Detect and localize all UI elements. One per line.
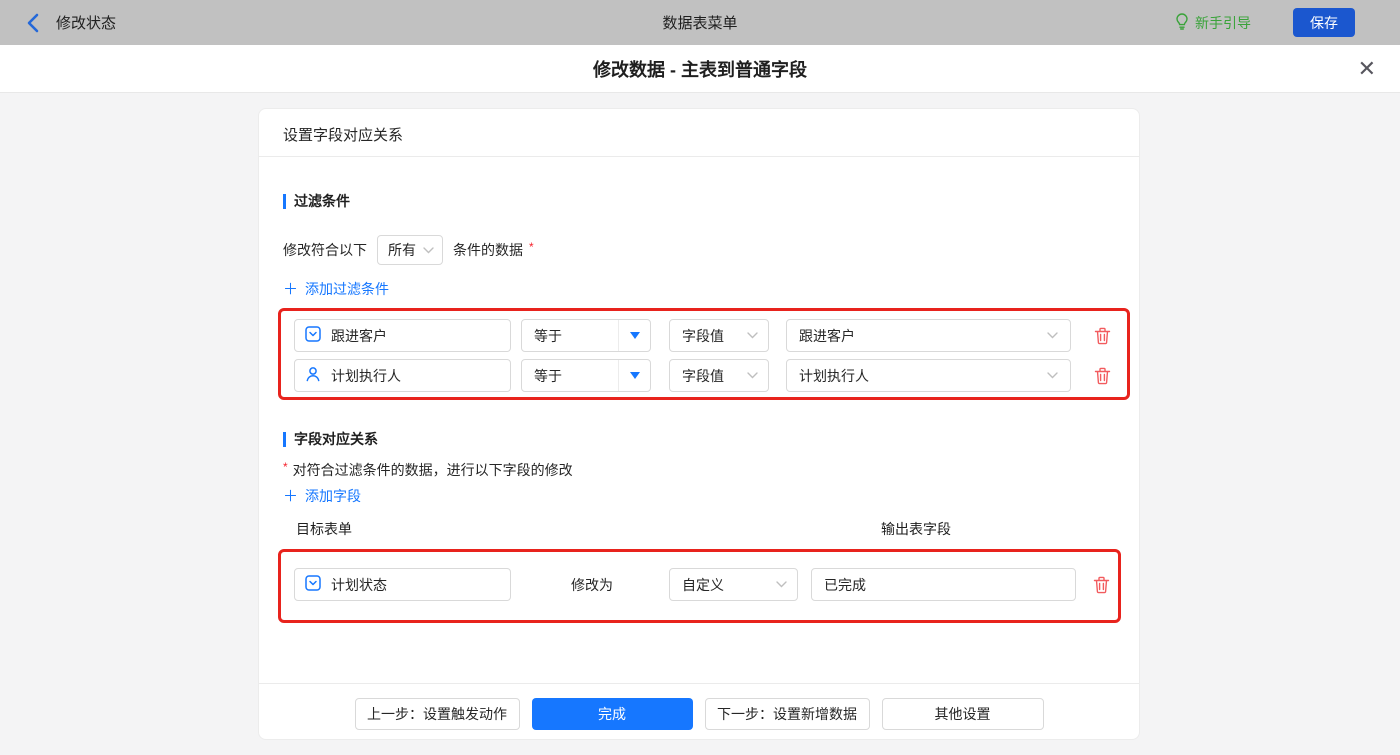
done-button[interactable]: 完成 bbox=[531, 698, 693, 730]
value-type-select[interactable]: 字段值 bbox=[669, 319, 769, 352]
value-type-value: 字段值 bbox=[682, 327, 724, 344]
back-button[interactable]: 修改状态 bbox=[26, 12, 116, 33]
filter-row: 计划执行人 等于 字段值 计划执行人 bbox=[294, 359, 1111, 392]
compare-value: 计划执行人 bbox=[799, 367, 869, 384]
chevron-down-icon bbox=[1047, 372, 1058, 379]
prev-step-button[interactable]: 上一步：设置触发动作 bbox=[354, 698, 520, 730]
condition-suffix: 条件的数据 bbox=[453, 242, 523, 258]
operator-select[interactable]: 等于 bbox=[521, 319, 651, 352]
delete-mapping-button[interactable] bbox=[1093, 576, 1110, 594]
user-field-icon bbox=[305, 366, 321, 385]
guide-label: 新手引导 bbox=[1195, 14, 1251, 31]
delete-filter-button[interactable] bbox=[1094, 327, 1111, 345]
condition-select[interactable]: 所有 bbox=[377, 235, 443, 265]
modify-to-label: 修改为 bbox=[571, 576, 613, 593]
filter-field-select[interactable]: 计划执行人 bbox=[294, 359, 511, 392]
required-mark: * bbox=[283, 460, 288, 474]
section-bar bbox=[283, 193, 286, 209]
condition-prefix: 修改符合以下 bbox=[283, 242, 367, 258]
chevron-down-icon bbox=[747, 332, 758, 339]
target-field-select[interactable]: 计划状态 bbox=[294, 568, 511, 601]
condition-sentence: 修改符合以下 所有 条件的数据 * bbox=[283, 235, 534, 265]
caret-down-icon bbox=[618, 360, 650, 391]
footer-buttons: 上一步：设置触发动作 完成 下一步：设置新增数据 其他设置 bbox=[259, 698, 1139, 730]
modal-title: 修改数据 - 主表到普通字段 bbox=[593, 59, 807, 80]
save-button[interactable]: 保存 bbox=[1293, 8, 1355, 37]
guide-link[interactable]: 新手引导 bbox=[1175, 12, 1251, 33]
trash-icon bbox=[1093, 576, 1110, 593]
custom-value-input[interactable]: 已完成 bbox=[811, 568, 1076, 601]
modal-header: 修改数据 - 主表到普通字段 ✕ bbox=[0, 45, 1400, 93]
add-field-label: 添加字段 bbox=[305, 488, 362, 504]
mapping-row: 计划状态 修改为 自定义 已完成 bbox=[294, 568, 1110, 601]
next-step-button[interactable]: 下一步：设置新增数据 bbox=[704, 698, 870, 730]
chevron-down-icon bbox=[1047, 332, 1058, 339]
filter-field-value: 计划执行人 bbox=[331, 367, 401, 384]
add-filter-link[interactable]: ＋ 添加过滤条件 bbox=[283, 279, 389, 299]
filter-rows: 跟进客户 等于 字段值 跟进客户 计划执行人 等于 字段值 计划执行人 bbox=[294, 319, 1111, 399]
value-type-select[interactable]: 字段值 bbox=[669, 359, 769, 392]
other-settings-button[interactable]: 其他设置 bbox=[881, 698, 1044, 730]
condition-select-value: 所有 bbox=[388, 242, 416, 258]
value-type-value: 字段值 bbox=[682, 367, 724, 384]
filter-field-value: 跟进客户 bbox=[331, 327, 387, 344]
required-mark: * bbox=[529, 240, 534, 254]
footer-divider bbox=[259, 683, 1139, 684]
add-filter-label: 添加过滤条件 bbox=[305, 281, 390, 297]
chevron-down-icon bbox=[776, 581, 787, 588]
custom-value: 已完成 bbox=[824, 576, 866, 593]
select-field-icon bbox=[305, 575, 321, 594]
compare-value: 跟进客户 bbox=[799, 327, 855, 344]
target-field-value: 计划状态 bbox=[331, 576, 387, 593]
trash-icon bbox=[1094, 367, 1111, 384]
filter-row: 跟进客户 等于 字段值 跟进客户 bbox=[294, 319, 1111, 352]
target-form-header: 目标表单 bbox=[296, 521, 352, 537]
mode-value: 自定义 bbox=[682, 576, 724, 593]
trash-icon bbox=[1094, 327, 1111, 344]
output-field-header: 输出表字段 bbox=[881, 521, 951, 537]
filter-field-select[interactable]: 跟进客户 bbox=[294, 319, 511, 352]
back-label: 修改状态 bbox=[56, 15, 117, 32]
card-header: 设置字段对应关系 bbox=[283, 127, 404, 144]
mapping-section-title: 字段对应关系 bbox=[283, 429, 378, 449]
divider bbox=[259, 156, 1139, 157]
page: 修改状态 数据表菜单 新手引导 保存 修改数据 - 主表到普通字段 ✕ 设置字段… bbox=[0, 0, 1400, 755]
chevron-down-icon bbox=[423, 246, 434, 254]
chevron-down-icon bbox=[747, 372, 758, 379]
settings-card: 设置字段对应关系 过滤条件 修改符合以下 所有 条件的数据 * ＋ 添加过滤条件 bbox=[258, 108, 1140, 740]
filter-section-title: 过滤条件 bbox=[283, 191, 350, 211]
plus-icon: ＋ bbox=[283, 487, 299, 505]
compare-value-select[interactable]: 计划执行人 bbox=[786, 359, 1071, 392]
mapping-rows: 计划状态 修改为 自定义 已完成 bbox=[294, 568, 1110, 601]
add-field-link[interactable]: ＋ 添加字段 bbox=[283, 486, 361, 506]
compare-value-select[interactable]: 跟进客户 bbox=[786, 319, 1071, 352]
mode-select[interactable]: 自定义 bbox=[669, 568, 798, 601]
operator-select[interactable]: 等于 bbox=[521, 359, 651, 392]
plus-icon: ＋ bbox=[283, 280, 299, 298]
lightbulb-icon bbox=[1175, 12, 1189, 33]
topbar: 修改状态 数据表菜单 新手引导 保存 bbox=[0, 0, 1400, 45]
chevron-left-icon bbox=[26, 13, 40, 33]
section-bar bbox=[283, 431, 286, 447]
mapping-description: * 对符合过滤条件的数据，进行以下字段的修改 bbox=[283, 460, 573, 478]
operator-value: 等于 bbox=[534, 327, 562, 344]
caret-down-icon bbox=[618, 320, 650, 351]
delete-filter-button[interactable] bbox=[1094, 367, 1111, 385]
operator-value: 等于 bbox=[534, 367, 562, 384]
close-icon[interactable]: ✕ bbox=[1358, 57, 1376, 80]
select-field-icon bbox=[305, 326, 321, 345]
